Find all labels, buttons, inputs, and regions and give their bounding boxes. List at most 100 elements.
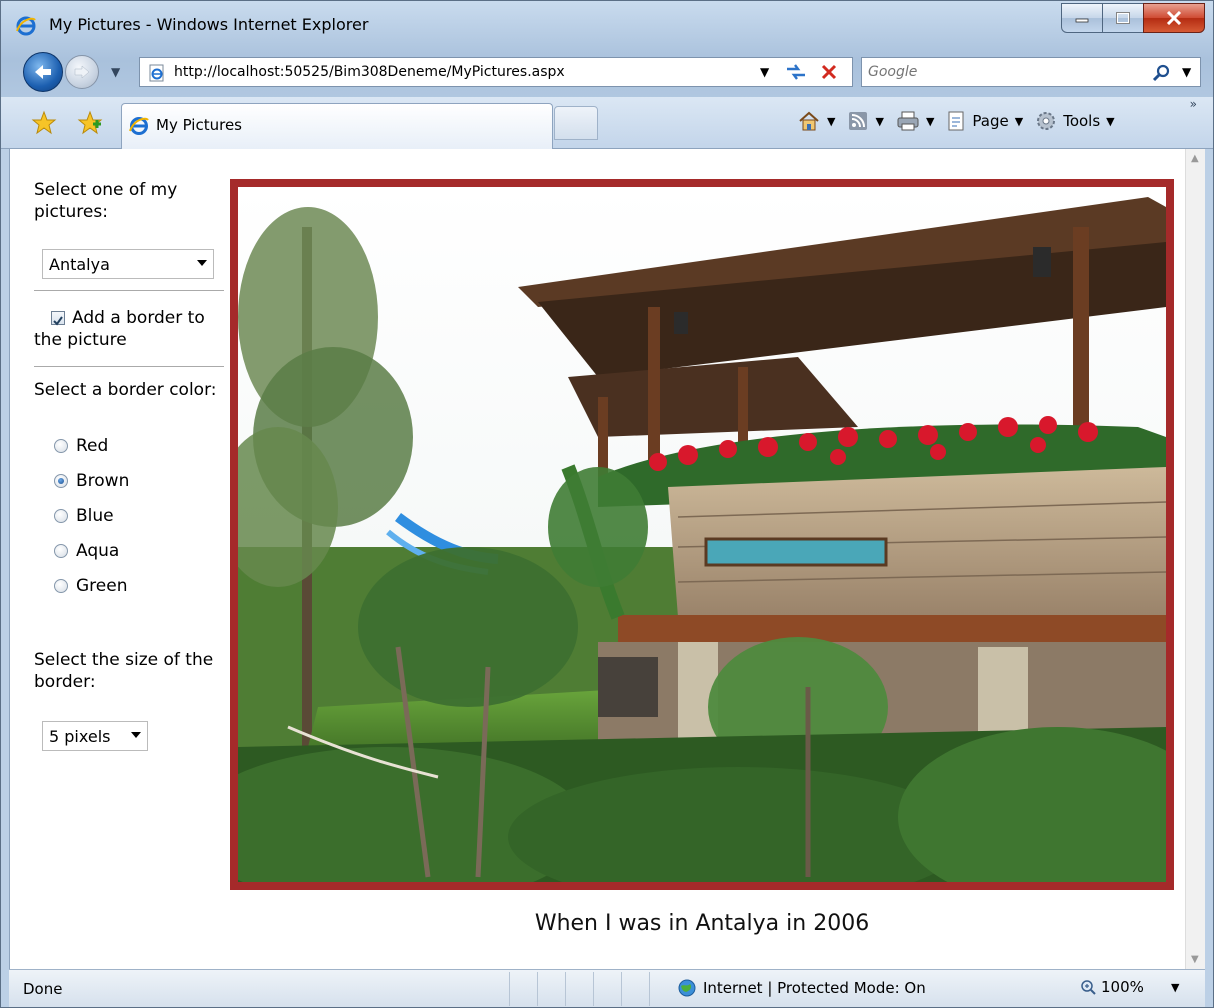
picture-label-block: Select one of my pictures: [34,179,224,223]
security-zone-text: Internet | Protected Mode: On [703,979,926,997]
search-options-dropdown-icon[interactable]: ▼ [1182,65,1191,79]
search-box[interactable]: ▼ [861,57,1201,87]
favorites-star-icon[interactable] [31,110,57,140]
status-pane [649,972,677,1006]
border-size-label: Select the size of the border: [34,650,214,692]
status-panes [509,972,677,1006]
rss-feed-icon [849,112,868,130]
status-text: Done [23,980,63,998]
tools-menu-label: Tools [1063,112,1101,130]
minimize-button[interactable] [1061,3,1103,33]
feeds-button[interactable]: ▼ [847,110,884,132]
tools-menu[interactable]: Tools ▼ [1035,110,1115,132]
scroll-up-icon[interactable]: ▲ [1191,153,1199,164]
feeds-dropdown-icon[interactable]: ▼ [875,115,883,128]
minimize-icon [1075,18,1089,23]
refresh-icon[interactable] [784,62,808,86]
forward-arrow-icon [74,65,90,79]
home-dropdown-icon[interactable]: ▼ [827,115,835,128]
print-dropdown-icon[interactable]: ▼ [926,115,934,128]
home-button[interactable]: ▼ [797,110,835,132]
picture-select[interactable]: Antalya [42,249,214,279]
command-bar: ▼ ▼ ▼ Page ▼ Tools ▼ [797,107,1127,135]
picture-caption: When I was in Antalya in 2006 [534,911,870,936]
zoom-control[interactable]: 100% [1079,978,1144,996]
scroll-down-icon[interactable]: ▼ [1191,954,1199,965]
status-pane [621,972,649,1006]
security-zone[interactable]: Internet | Protected Mode: On [677,978,926,998]
zoom-level: 100% [1101,978,1144,996]
printer-icon [897,111,919,131]
radio-blue[interactable] [54,509,68,523]
forward-button[interactable] [65,55,99,89]
page-menu-label: Page [972,112,1009,130]
page-icon [148,64,166,86]
radio-red[interactable] [54,439,68,453]
status-pane [509,972,537,1006]
border-size-value: 5 pixels [49,726,111,746]
tab-label: My Pictures [156,116,242,134]
radio-brown[interactable] [54,474,68,488]
tab-row: My Pictures ▼ ▼ ▼ Page ▼ Tools ▼ » [1,97,1213,149]
address-bar[interactable]: http://localhost:50525/Bim308Deneme/MyPi… [139,57,853,87]
home-icon [799,111,819,131]
radio-green-label[interactable]: Green [76,575,127,597]
picture-select-label: Select one of my pictures: [34,180,178,222]
tab-my-pictures[interactable]: My Pictures [121,103,553,149]
address-dropdown-icon[interactable]: ▼ [760,65,769,79]
picture-select-value: Antalya [49,254,110,274]
maximize-button[interactable] [1102,3,1144,33]
page-menu[interactable]: Page ▼ [946,110,1023,132]
page-content: ▲ ▼ Select one of my pictures: Antalya A… [9,149,1205,969]
antalya-photo [238,187,1166,882]
gear-icon [1037,112,1056,130]
status-pane [593,972,621,1006]
status-pane [537,972,565,1006]
maximize-icon [1116,12,1130,24]
radio-red-label[interactable]: Red [76,435,108,457]
page-dropdown-icon: ▼ [1014,114,1024,128]
picture-frame [230,179,1174,890]
url-text[interactable]: http://localhost:50525/Bim308Deneme/MyPi… [174,64,565,80]
page-icon [948,111,964,131]
border-size-select[interactable]: 5 pixels [42,721,148,751]
size-label-block: Select the size of the border: [34,649,224,693]
close-icon [1166,11,1182,25]
more-commands-chevron-icon[interactable]: » [1190,97,1197,111]
print-button[interactable]: ▼ [896,110,934,132]
ie-logo-icon [15,15,37,41]
chevron-down-icon [131,732,141,738]
radio-brown-label[interactable]: Brown [76,470,129,492]
radio-aqua[interactable] [54,544,68,558]
window-title: My Pictures - Windows Internet Explorer [49,15,369,34]
recent-pages-dropdown-icon[interactable]: ▼ [111,65,120,79]
status-pane [565,972,593,1006]
chevron-down-icon [197,260,207,266]
border-checkbox-block: Add a border to the picture [34,307,224,351]
title-bar: My Pictures - Windows Internet Explorer [1,1,1213,47]
add-favorites-icon[interactable] [77,110,103,140]
browser-window: My Pictures - Windows Internet Explorer … [0,0,1214,1008]
internet-globe-icon [678,979,696,997]
new-tab-button[interactable] [554,106,598,140]
color-label-block: Select a border color: [34,379,224,401]
zoom-magnifier-icon [1081,980,1096,995]
ie-page-icon [128,115,150,141]
search-icon[interactable] [1152,63,1172,87]
radio-green[interactable] [54,579,68,593]
border-checkbox-label[interactable]: Add a border to the picture [34,307,224,351]
back-arrow-icon [35,65,51,79]
vertical-scrollbar[interactable]: ▲ ▼ [1185,149,1205,969]
search-input[interactable] [866,61,1136,83]
address-row: ▼ http://localhost:50525/Bim308Deneme/My… [1,47,1213,97]
stop-icon[interactable] [820,63,838,85]
border-color-label: Select a border color: [34,380,217,400]
status-bar: Done Internet | Protected Mode: On 100% [9,969,1205,1007]
zoom-dropdown-icon[interactable]: ▼ [1171,981,1179,994]
divider [34,290,224,291]
radio-blue-label[interactable]: Blue [76,505,114,527]
back-button[interactable] [23,52,63,92]
tools-dropdown-icon: ▼ [1106,114,1115,128]
close-window-button[interactable] [1143,3,1205,33]
radio-aqua-label[interactable]: Aqua [76,540,119,562]
